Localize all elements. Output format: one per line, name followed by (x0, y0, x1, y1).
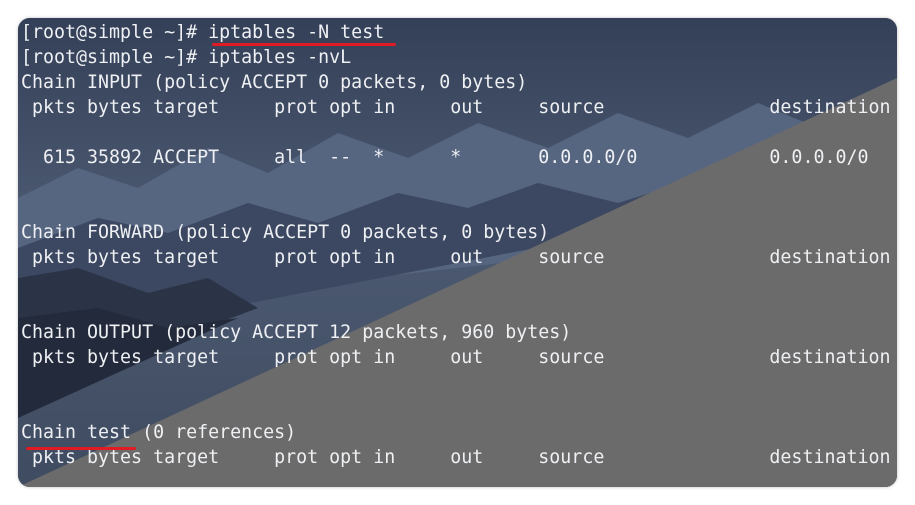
table-header: pkts bytes target prot opt in out source… (21, 247, 891, 268)
command-line: [root@simple ~]# iptables -N test (21, 22, 385, 43)
chain-header-test: Chain test (0 references) (21, 422, 297, 443)
terminal-output[interactable]: [root@simple ~]# iptables -N test [root@… (21, 20, 891, 470)
table-header: pkts bytes target prot opt in out source… (21, 347, 891, 368)
table-header: pkts bytes target prot opt in out source… (21, 97, 891, 118)
chain-header-input: Chain INPUT (policy ACCEPT 0 packets, 0 … (21, 72, 528, 93)
underline-annotation-chain-test (26, 447, 136, 450)
table-header: pkts bytes target prot opt in out source… (21, 447, 891, 468)
chain-header-forward: Chain FORWARD (policy ACCEPT 0 packets, … (21, 222, 550, 243)
terminal-window[interactable]: [root@simple ~]# iptables -N test [root@… (18, 18, 897, 487)
underline-annotation-command (212, 43, 396, 46)
command-line: [root@simple ~]# iptables -nvL (21, 47, 352, 68)
rule-row: 615 35892 ACCEPT all -- * * 0.0.0.0/0 0.… (21, 147, 869, 168)
chain-header-output: Chain OUTPUT (policy ACCEPT 12 packets, … (21, 322, 572, 343)
